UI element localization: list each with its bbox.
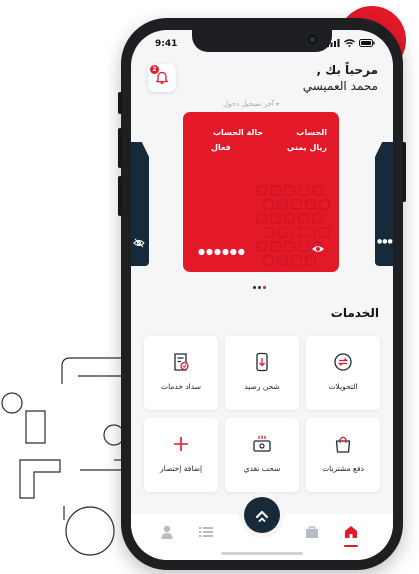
status-icons xyxy=(327,39,375,47)
service-purchases[interactable]: دفع مشتريات xyxy=(306,418,380,492)
profile-icon[interactable] xyxy=(159,524,175,540)
next-card-peek[interactable]: ●●● xyxy=(375,142,393,266)
eye-icon[interactable] xyxy=(311,244,325,254)
app-showcase: 9:41 2 مرحباً بك , محمد العميسي ▾ آخر تس… xyxy=(0,0,419,574)
service-topup[interactable]: شحن رصيد xyxy=(225,336,299,410)
home-indicator xyxy=(221,552,303,555)
greeting-text: مرحباً بك , xyxy=(316,63,378,77)
shopping-bag-icon xyxy=(335,436,351,453)
transfer-icon xyxy=(334,353,352,371)
chevron-up-icon xyxy=(255,510,269,522)
service-add-shortcut[interactable]: إضافة إختصار xyxy=(144,418,218,492)
eye-off-icon xyxy=(133,238,145,248)
card-pager xyxy=(253,286,266,289)
battery-icon xyxy=(359,39,375,47)
masked-balance: ●●●●●● xyxy=(198,247,246,256)
home-icon[interactable] xyxy=(343,524,359,540)
last-login-text: ▾ آخر تسجيل دخول xyxy=(223,100,280,108)
service-label: سداد خدمات xyxy=(161,382,201,391)
volume-up-button xyxy=(118,128,122,168)
next-card-masked: ●●● xyxy=(377,238,393,245)
wifi-icon xyxy=(344,39,355,47)
service-label: دفع مشتريات xyxy=(322,464,364,473)
account-status-label: حالة الحساب xyxy=(213,128,264,137)
notification-badge: 2 xyxy=(150,65,159,74)
service-label: التحويلات xyxy=(328,382,358,391)
pager-dot[interactable] xyxy=(253,286,256,289)
service-bill-payment[interactable]: سداد خدمات xyxy=(144,336,218,410)
active-tab-indicator xyxy=(344,545,358,547)
menu-fab-button[interactable] xyxy=(244,497,280,533)
notch xyxy=(192,30,332,52)
volume-down-button xyxy=(118,176,122,216)
pager-dot[interactable] xyxy=(258,286,261,289)
cash-withdraw-icon xyxy=(253,435,271,452)
mute-switch xyxy=(118,92,122,114)
last-login-label: آخر تسجيل دخول xyxy=(223,100,274,108)
add-shortcut-icon xyxy=(174,437,188,451)
phone-topup-icon xyxy=(256,352,268,372)
service-transfers[interactable]: التحويلات xyxy=(306,336,380,410)
app-screen: 9:41 2 مرحباً بك , محمد العميسي ▾ آخر تس… xyxy=(131,30,393,560)
power-button xyxy=(402,142,406,202)
user-name: محمد العميسي xyxy=(302,79,378,93)
service-label: إضافة إختصار xyxy=(159,464,203,473)
phone-frame: 9:41 2 مرحباً بك , محمد العميسي ▾ آخر تس… xyxy=(118,18,406,570)
service-label: سحب نقدي xyxy=(243,464,281,473)
status-time: 9:41 xyxy=(155,39,178,49)
account-currency: ريال يمني xyxy=(286,143,327,152)
signal-icon xyxy=(327,39,340,47)
pager-dot-active[interactable] xyxy=(263,286,266,289)
account-card[interactable]: الحساب ريال يمني حالة الحساب فعال ●●●●●● xyxy=(183,112,339,272)
list-icon[interactable] xyxy=(198,524,214,540)
bag-icon[interactable] xyxy=(304,524,320,540)
card-pattern xyxy=(256,185,330,266)
previous-card-peek[interactable] xyxy=(131,142,149,266)
bill-payment-icon xyxy=(174,353,189,371)
service-label: شحن رصيد xyxy=(244,382,280,391)
front-camera xyxy=(308,35,317,44)
outline-shapes xyxy=(1,357,125,556)
service-cash-withdraw[interactable]: سحب نقدي xyxy=(225,418,299,492)
account-status-value: فعال xyxy=(211,143,231,152)
services-title: الخدمات xyxy=(330,306,379,320)
account-label: الحساب xyxy=(296,128,327,137)
